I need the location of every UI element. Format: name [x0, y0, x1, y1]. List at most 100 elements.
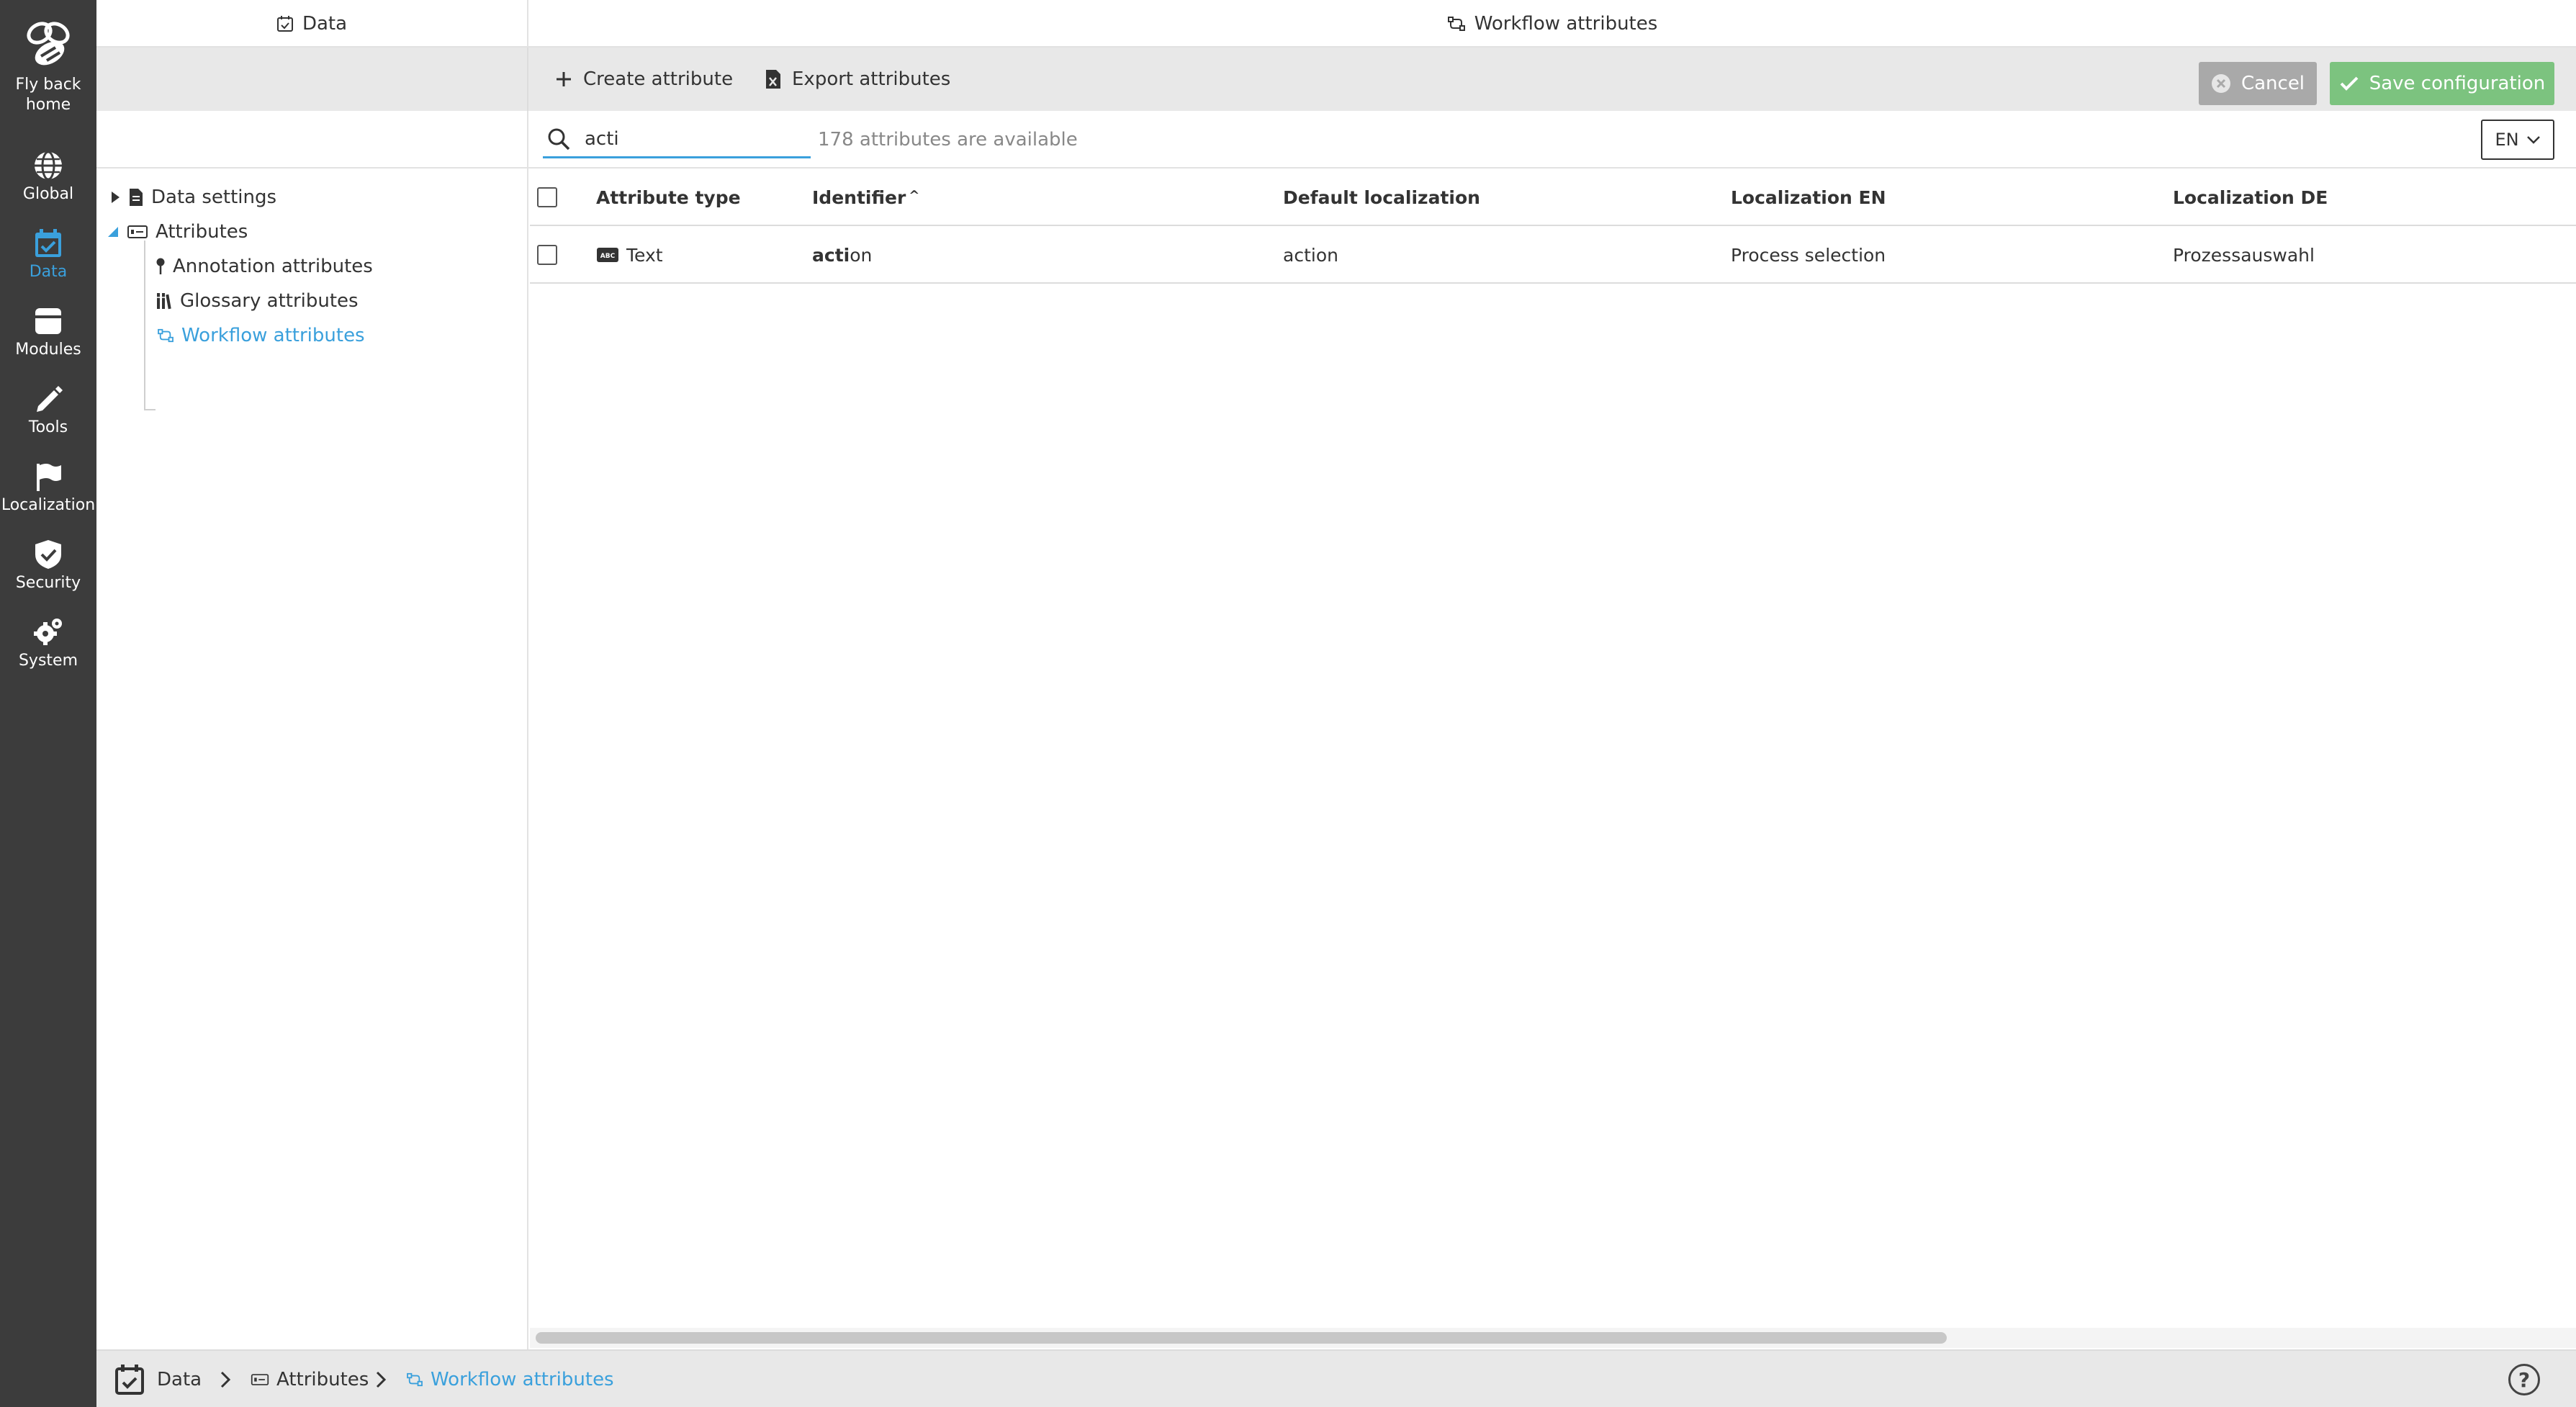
excel-file-icon	[766, 70, 780, 89]
search-icon	[548, 128, 570, 150]
rail-item-tools[interactable]: Tools	[0, 383, 96, 438]
tree-connector	[144, 241, 145, 410]
column-header-default-localization[interactable]: Default localization	[1283, 168, 1480, 226]
rail-item-modules[interactable]: Modules	[0, 305, 96, 360]
caret-expanded-icon[interactable]	[107, 225, 120, 238]
pin-icon	[156, 258, 165, 274]
save-configuration-button[interactable]: Save configuration	[2330, 62, 2554, 105]
caret-right-icon[interactable]	[109, 190, 121, 204]
breadcrumb-separator	[219, 1351, 232, 1407]
attribute-type-label: Text	[626, 244, 663, 266]
workflow-icon	[1447, 17, 1465, 31]
horizontal-scrollbar[interactable]	[530, 1328, 2576, 1348]
rail-item-system[interactable]: System	[0, 616, 96, 671]
rail-item-label: Tools	[28, 418, 68, 436]
page-title: Workflow attributes	[528, 0, 2576, 48]
column-header-localization-de[interactable]: Localization DE	[2173, 168, 2328, 226]
select-all-cell	[537, 168, 557, 226]
rail-item-security[interactable]: Security	[0, 539, 96, 593]
row-checkbox[interactable]	[537, 245, 557, 265]
tree-pane-title-text: Data	[302, 13, 348, 35]
page-title-text: Workflow attributes	[1474, 13, 1658, 35]
close-circle-icon	[2211, 74, 2230, 93]
tree-connector	[144, 409, 156, 410]
workflow-icon	[407, 1372, 423, 1387]
horizontal-scrollbar-thumb[interactable]	[536, 1332, 1947, 1344]
help-button[interactable]: ?	[2508, 1364, 2540, 1395]
tree-item-label: Annotation attributes	[173, 256, 373, 277]
text-type-icon: ABC	[597, 248, 618, 262]
calendar-check-icon	[35, 229, 61, 257]
tree-item-annotation-attributes[interactable]: Annotation attributes	[156, 252, 373, 281]
column-header-identifier[interactable]: Identifier ^	[812, 168, 919, 226]
table-header: Attribute type Identifier ^ Default loca…	[530, 168, 2576, 226]
sort-ascending-icon: ^	[909, 187, 920, 203]
rail-item-localization[interactable]: Localization	[0, 461, 96, 516]
globe-icon	[35, 150, 62, 181]
tree-item-glossary-attributes[interactable]: Glossary attributes	[156, 287, 359, 315]
top-bar: Data Workflow attributes	[96, 0, 2576, 48]
chevron-down-icon	[2526, 136, 2540, 144]
tree-item-label: Workflow attributes	[181, 325, 365, 346]
identifier-rest: on	[850, 244, 873, 266]
language-select-value: EN	[2495, 130, 2519, 150]
create-attribute-button[interactable]: Create attribute	[554, 48, 733, 111]
chevron-right-icon	[376, 1371, 387, 1388]
attribute-type-cell: ABC Text	[596, 226, 663, 284]
rail-item-global[interactable]: Global	[0, 150, 96, 204]
rail-item-data[interactable]: Data	[0, 228, 96, 282]
svg-text:ABC: ABC	[600, 253, 616, 260]
language-select[interactable]: EN	[2481, 120, 2554, 160]
rail-item-label: Security	[15, 574, 81, 592]
chevron-right-icon	[220, 1371, 231, 1388]
fly-back-home-label: Fly back home	[15, 76, 81, 114]
flag-icon	[37, 464, 61, 491]
identifier-cell: acti on	[812, 226, 872, 284]
select-all-checkbox[interactable]	[537, 187, 557, 207]
export-attributes-button[interactable]: Export attributes	[765, 48, 950, 111]
breadcrumb-label: Attributes	[276, 1369, 369, 1390]
pencil-icon	[37, 386, 63, 412]
tree-item-attributes[interactable]: Attributes	[107, 217, 248, 246]
bee-logo-icon	[27, 22, 70, 66]
identifier-match: acti	[812, 244, 850, 266]
breadcrumb-item-workflow-attributes[interactable]: Workflow attributes	[406, 1351, 614, 1407]
help-icon: ?	[2518, 1367, 2531, 1392]
shield-check-icon	[35, 540, 61, 569]
rail-item-label: Global	[22, 185, 74, 203]
save-configuration-label: Save configuration	[2369, 73, 2546, 94]
search-row-left-pane	[96, 111, 528, 168]
table-row[interactable]: ABC Text acti on action Process selection…	[530, 226, 2576, 284]
tree-item-label: Data settings	[151, 186, 277, 208]
tree-item-workflow-attributes[interactable]: Workflow attributes	[157, 321, 365, 350]
side-rail: Fly back home Global Data Modules Tools …	[0, 0, 96, 1407]
cancel-button[interactable]: Cancel	[2199, 62, 2317, 105]
tree-item-label: Glossary attributes	[180, 290, 359, 312]
column-header-localization-en[interactable]: Localization EN	[1731, 168, 1886, 226]
navigation-tree: Data settings Attributes Annotation attr…	[96, 168, 528, 1349]
plus-icon	[557, 72, 571, 86]
fly-back-home-button[interactable]: Fly back home	[0, 16, 96, 115]
export-attributes-label: Export attributes	[792, 68, 951, 90]
rail-item-label: Data	[29, 263, 68, 281]
search-row: 178 attributes are available EN	[96, 111, 2576, 168]
tree-item-data-settings[interactable]: Data settings	[109, 183, 276, 212]
workflow-icon	[158, 328, 174, 343]
column-header-attribute-type[interactable]: Attribute type	[596, 168, 741, 226]
rail-item-label: System	[18, 652, 78, 670]
search-input[interactable]	[585, 127, 801, 150]
default-localization-cell: action	[1283, 244, 1338, 266]
toolbar: Create attribute Export attributes Cance…	[96, 48, 2576, 111]
search-field[interactable]	[543, 121, 811, 158]
breadcrumb-item-data[interactable]: Data	[114, 1351, 202, 1407]
toolbar-left-pane	[96, 48, 528, 111]
create-attribute-label: Create attribute	[583, 68, 734, 90]
breadcrumb-label: Data	[157, 1369, 202, 1390]
rail-item-label: Localization	[1, 496, 96, 514]
breadcrumb-item-attributes[interactable]: Attributes	[251, 1351, 369, 1407]
localization-de-cell: Prozessauswahl	[2173, 244, 2315, 266]
glossary-icon	[156, 293, 171, 310]
cog-icon	[34, 619, 62, 645]
module-icon	[35, 308, 61, 334]
attributes-icon	[127, 225, 148, 238]
